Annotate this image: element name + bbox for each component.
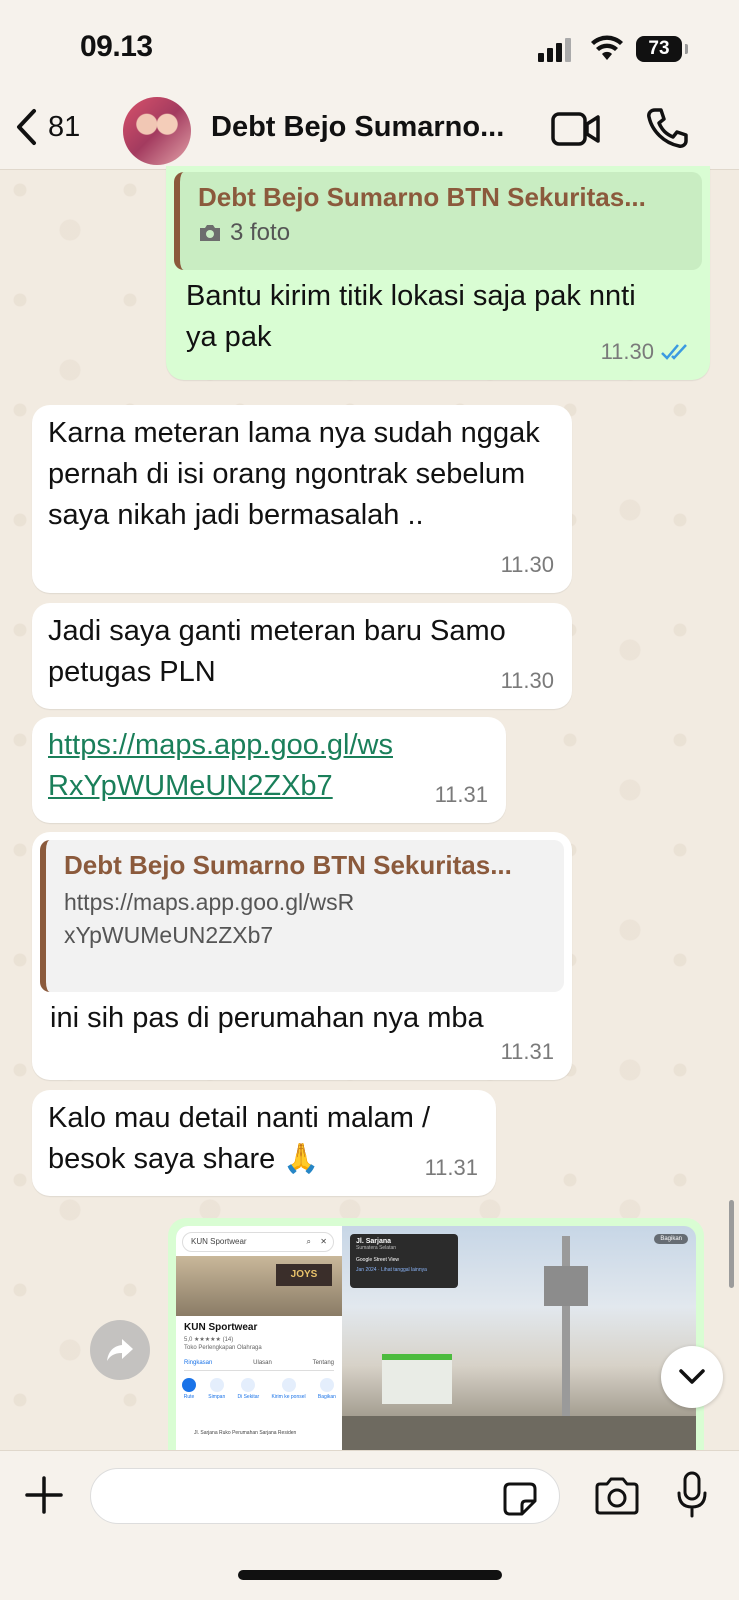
forward-button[interactable] xyxy=(90,1320,150,1380)
place-type: Toko Perlengkapan Olahraga xyxy=(184,1345,262,1351)
place-actions: Rute Simpan Di Sekitar Kirim ke ponsel B… xyxy=(182,1378,336,1400)
action-route: Rute xyxy=(182,1378,196,1400)
maps-search-text: KUN Sportwear xyxy=(191,1237,247,1246)
quote-preview: 3 foto xyxy=(198,216,688,249)
wifi-icon xyxy=(591,35,623,60)
chevron-down-icon xyxy=(679,1369,705,1384)
incoming-message[interactable]: Karna meteran lama nya sudah nggak perna… xyxy=(32,405,572,593)
action-share: Bagikan xyxy=(318,1378,336,1400)
message-text: Bantu kirim titik lokasi saja pak nnti y… xyxy=(186,280,636,353)
message-meta: 11.31 xyxy=(501,1031,554,1072)
search-icon: ⌕ xyxy=(306,1237,311,1246)
status-time: 09.13 xyxy=(80,30,153,63)
quote-text: 3 foto xyxy=(230,219,291,246)
cellular-signal-icon xyxy=(538,38,571,62)
incoming-message[interactable]: Kalo mau detail nanti malam / besok saya… xyxy=(32,1090,496,1196)
chevron-left-icon xyxy=(17,109,36,145)
message-input[interactable] xyxy=(90,1468,560,1524)
tab-ringkasan: Ringkasan xyxy=(184,1360,213,1366)
place-address: Jl. Sarjana Ruko Perumahan Sarjana Resid… xyxy=(194,1430,297,1436)
chat-title[interactable]: Debt Bejo Sumarno... xyxy=(211,111,504,144)
message-time: 11.30 xyxy=(500,668,554,693)
street-date: Jan 2024 · Lihat tanggal lainnya xyxy=(356,1267,427,1273)
image-message[interactable]: KUN Sportwear ⌕ ✕ JOYS KUN Sportwear 5,0… xyxy=(168,1218,704,1458)
message-text: Jadi saya ganti meteran baru Samo petuga… xyxy=(48,615,506,688)
scrollbar[interactable] xyxy=(729,1200,734,1288)
street-view-card: Jl. Sarjana Sumatera Selatan Google Stre… xyxy=(350,1234,458,1288)
message-meta: 11.30 xyxy=(501,660,554,701)
incoming-message[interactable]: Debt Bejo Sumarno BTN Sekuritas... https… xyxy=(32,832,572,1080)
action-send-to-phone: Kirim ke ponsel xyxy=(271,1378,306,1400)
scroll-to-bottom-button[interactable] xyxy=(661,1346,723,1408)
chat-header: 81 Debt Bejo Sumarno... xyxy=(0,95,739,170)
message-text: Karna meteran lama nya sudah nggak perna… xyxy=(48,417,540,531)
place-rating: 5,0 ★★★★★ (14) xyxy=(184,1337,234,1343)
close-icon: ✕ xyxy=(320,1237,327,1246)
message-meta: 11.31 xyxy=(425,1147,478,1188)
message-time: 11.30 xyxy=(600,339,654,364)
map-link[interactable]: https://maps.app.goo.gl/wsRxYpWUMeUN2ZXb… xyxy=(48,725,408,807)
place-tabs: Ringkasan Ulasan Tentang xyxy=(184,1360,334,1371)
message-meta: 11.30 xyxy=(601,331,692,372)
message-time: 11.31 xyxy=(500,1039,554,1064)
street-subtitle: Sumatera Selatan xyxy=(356,1245,397,1251)
message-time: 11.31 xyxy=(434,782,488,807)
street-source: Google Street View xyxy=(356,1257,399,1263)
share-chip: Bagikan xyxy=(654,1234,688,1244)
message-text: Kalo mau detail nanti malam / besok saya… xyxy=(48,1102,431,1175)
store-front-photo: JOYS xyxy=(176,1256,342,1316)
double-check-read-icon xyxy=(661,343,687,360)
tab-tentang: Tentang xyxy=(312,1360,334,1366)
quote-text: https://maps.app.goo.gl/wsRxYpWUMeUN2ZXb… xyxy=(64,889,355,948)
phone-icon[interactable] xyxy=(646,107,688,149)
incoming-message[interactable]: https://maps.app.goo.gl/wsRxYpWUMeUN2ZXb… xyxy=(32,717,506,823)
unread-count: 81 xyxy=(48,110,81,143)
message-time: 11.30 xyxy=(500,552,554,577)
back-button[interactable]: 81 xyxy=(14,107,80,147)
building xyxy=(382,1354,452,1404)
tab-ulasan: Ulasan xyxy=(253,1360,272,1366)
plus-icon[interactable] xyxy=(24,1475,64,1515)
maps-search-box: KUN Sportwear ⌕ ✕ xyxy=(182,1232,334,1252)
status-bar: 09.13 73 xyxy=(0,0,739,95)
quoted-message[interactable]: Debt Bejo Sumarno BTN Sekuritas... https… xyxy=(40,840,564,992)
message-time: 11.31 xyxy=(424,1155,478,1180)
place-name: KUN Sportwear xyxy=(184,1322,258,1333)
transformer xyxy=(544,1266,588,1306)
store-sign: JOYS xyxy=(276,1264,332,1286)
action-save: Simpan xyxy=(208,1378,225,1400)
quote-author: Debt Bejo Sumarno BTN Sekuritas... xyxy=(198,182,646,212)
message-text: ini sih pas di perumahan nya mba xyxy=(50,1002,484,1034)
maps-screenshot-image[interactable]: KUN Sportwear ⌕ ✕ JOYS KUN Sportwear 5,0… xyxy=(176,1226,696,1458)
incoming-message[interactable]: Jadi saya ganti meteran baru Samo petuga… xyxy=(32,603,572,709)
camera-icon[interactable] xyxy=(594,1477,640,1515)
avatar[interactable] xyxy=(123,97,191,165)
message-meta: 11.31 xyxy=(435,774,488,815)
battery-icon: 73 xyxy=(636,36,688,62)
quoted-message[interactable]: Debt Bejo Sumarno BTN Sekuritas... 3 fot… xyxy=(174,172,702,270)
camera-icon xyxy=(200,224,220,241)
street-view: Jl. Sarjana Sumatera Selatan Google Stre… xyxy=(342,1226,696,1458)
maps-side-panel: KUN Sportwear ⌕ ✕ JOYS KUN Sportwear 5,0… xyxy=(176,1226,342,1458)
sticker-icon[interactable] xyxy=(502,1481,538,1517)
street-title: Jl. Sarjana xyxy=(356,1238,392,1245)
message-meta: 11.30 xyxy=(501,544,554,585)
action-nearby: Di Sekitar xyxy=(237,1378,259,1400)
microphone-icon[interactable] xyxy=(676,1471,708,1519)
outgoing-message[interactable]: Debt Bejo Sumarno BTN Sekuritas... 3 fot… xyxy=(166,166,710,380)
video-call-icon[interactable] xyxy=(551,111,601,147)
quote-author: Debt Bejo Sumarno BTN Sekuritas... xyxy=(64,850,512,880)
forward-icon xyxy=(107,1339,133,1361)
home-indicator xyxy=(238,1570,502,1580)
